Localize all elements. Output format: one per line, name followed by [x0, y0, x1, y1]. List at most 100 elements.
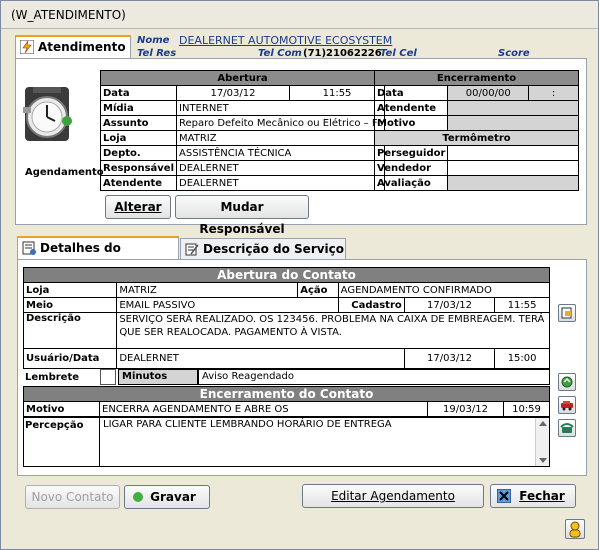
side-car-button[interactable] [558, 396, 576, 414]
abertura-data-field[interactable]: 17/03/12 [176, 85, 291, 101]
telcel-label: Tel Cel [380, 48, 417, 59]
scroll-up-icon[interactable] [539, 421, 547, 426]
agendamento-label: Agendamento [25, 167, 104, 178]
side-document-button[interactable] [558, 304, 576, 322]
encerramento-contato-title: Encerramento do Contato [23, 386, 550, 402]
cadastro-time-field: 11:55 [494, 297, 550, 313]
motivo-field[interactable]: ENCERRA AGENDAMENTO E ABRE OS [99, 401, 428, 417]
vendedor-label: Vendedor [373, 160, 449, 176]
motivo-label: Motivo [23, 401, 100, 417]
fechar-button[interactable]: Fechar [490, 484, 576, 508]
encerramento-data-label: Data [373, 85, 449, 101]
side-phone-button[interactable] [558, 419, 576, 437]
avaliacao-label: Avaliação [373, 175, 449, 191]
meio-field[interactable]: EMAIL PASSIVO [116, 297, 339, 313]
responsavel-field[interactable]: DEALERNET [176, 160, 386, 176]
avaliacao-field [447, 175, 579, 191]
tab-descricao-servico[interactable]: Descrição do Serviço [180, 238, 346, 260]
gravar-button[interactable]: Gravar [124, 485, 210, 509]
clock-agenda-icon [23, 87, 72, 141]
novo-contato-button[interactable]: Novo Contato [25, 485, 120, 509]
cadastro-date-field: 17/03/12 [403, 297, 496, 313]
assunto-label: Assunto [99, 115, 178, 131]
editar-agendamento-label: Editar Agendamento [331, 489, 455, 503]
minutos-field[interactable]: Aviso Reagendado [198, 369, 550, 385]
cadastro-label: Cadastro [337, 297, 405, 313]
percepcao-scrollbar[interactable] [535, 418, 549, 466]
tab-atendimento[interactable]: Atendimento [15, 35, 131, 59]
document-user-icon [22, 241, 36, 255]
telcom-value: (71)21062226 [303, 48, 382, 59]
encerramento-table: Encerramento Data 00/00/00: Atendente Mot… [373, 70, 579, 191]
motivo-date-field: 19/03/12 [427, 401, 504, 417]
usuario-field[interactable]: DEALERNET [116, 348, 405, 369]
user-help-button[interactable] [565, 519, 585, 539]
encerramento-atendente-label: Atendente [373, 100, 449, 116]
acao-field[interactable]: AGENDAMENTO CONFIRMADO [337, 282, 551, 298]
editar-agendamento-button[interactable]: Editar Agendamento [302, 484, 484, 508]
perseguidor-label: Perseguidor [373, 145, 449, 161]
alterar-button[interactable]: Alterar [105, 195, 171, 219]
nome-link[interactable]: DEALERNET AUTOMOTIVE ECOSYSTEM [179, 34, 392, 47]
contato-loja-label: Loja [22, 282, 118, 298]
descricao-label: Descrição [22, 312, 118, 349]
alterar-button-label: Alterar [114, 200, 162, 214]
lightning-icon [20, 40, 34, 54]
tab-detalhes-contato[interactable]: Detalhes do Contato [17, 236, 179, 275]
tab-descricao-label: Descrição do Serviço [203, 242, 345, 256]
side-refresh-button[interactable] [558, 373, 576, 391]
percepcao-textarea[interactable]: LIGAR PARA CLIENTE LEMBRANDO HORÁRIO DE … [99, 417, 535, 467]
midia-label: Mídia [99, 100, 178, 116]
descricao-field[interactable]: SERVIÇO SERÁ REALIZADO. OS 123456. PROBL… [116, 312, 550, 349]
gravar-label: Gravar [150, 490, 196, 504]
nome-label: Nome [137, 35, 170, 46]
document-edit-icon [561, 307, 572, 319]
user-icon [569, 521, 581, 538]
usuario-time-field: 15:00 [494, 348, 550, 369]
lembrete-label: Lembrete [25, 372, 80, 383]
mudar-responsavel-button-label: Mudar Responsável [199, 200, 285, 236]
termometro-title: Termômetro [374, 130, 579, 146]
mudar-responsavel-button[interactable]: Mudar Responsável [175, 195, 309, 236]
vendedor-field[interactable] [447, 160, 579, 176]
encerramento-data-field: 00/00/00 [447, 85, 529, 101]
minutos-label: Minutos Antes [118, 369, 198, 396]
encerramento-motivo-field [447, 115, 579, 131]
atendente-field[interactable]: DEALERNET [176, 175, 386, 191]
abertura-contato-table: Abertura do Contato Loja MATRIZ Ação AGE… [22, 267, 551, 369]
atendente-label: Atendente [99, 175, 178, 191]
window-title: (W_ATENDIMENTO) [1, 1, 598, 29]
encerramento-motivo-label: Motivo [373, 115, 449, 131]
loja-field[interactable]: MATRIZ [176, 130, 386, 146]
document-pen-icon [185, 243, 199, 256]
abertura-contato-title: Abertura do Contato [23, 267, 550, 283]
acao-label: Ação [297, 282, 339, 298]
lembrete-checkbox[interactable] [100, 369, 116, 385]
close-icon [497, 489, 511, 503]
save-icon [133, 492, 143, 502]
depto-label: Depto. [99, 145, 178, 161]
perseguidor-field[interactable] [447, 145, 579, 161]
abertura-hora-field[interactable]: 11:55 [289, 85, 386, 101]
abertura-table: Abertura Data 17/03/12 11:55 Mídia INTERNET… [99, 70, 386, 191]
telcom-label: Tel Com [258, 48, 302, 59]
scroll-down-icon[interactable] [539, 458, 547, 463]
atendimento-window: (W_ATENDIMENTO) Atendimento Nome DEALERN… [0, 0, 599, 550]
abertura-data-label: Data [99, 85, 178, 101]
contato-section: Abertura do Contato Loja MATRIZ Ação AGE… [22, 267, 551, 369]
phone-icon [560, 423, 574, 433]
novo-contato-label: Novo Contato [31, 490, 114, 504]
motivo-time-field: 10:59 [503, 401, 550, 417]
contato-loja-field[interactable]: MATRIZ [116, 282, 299, 298]
encerramento-hora-field: : [528, 85, 579, 101]
tab-atendimento-label: Atendimento [38, 40, 126, 54]
responsavel-label: Responsável [99, 160, 178, 176]
score-label: Score [498, 48, 530, 59]
assunto-field[interactable]: Reparo Defeito Mecânico ou Elétrico – Fo [176, 115, 386, 131]
abertura-title: Abertura [99, 70, 386, 86]
encerramento-contato-table: Encerramento do Contato Motivo ENCERRA A… [23, 386, 550, 417]
usuario-label: Usuário/Data [22, 348, 118, 369]
depto-field[interactable]: ASSISTÊNCIA TÉCNICA [176, 145, 386, 161]
meio-label: Meio [22, 297, 118, 313]
midia-field[interactable]: INTERNET [176, 100, 386, 116]
